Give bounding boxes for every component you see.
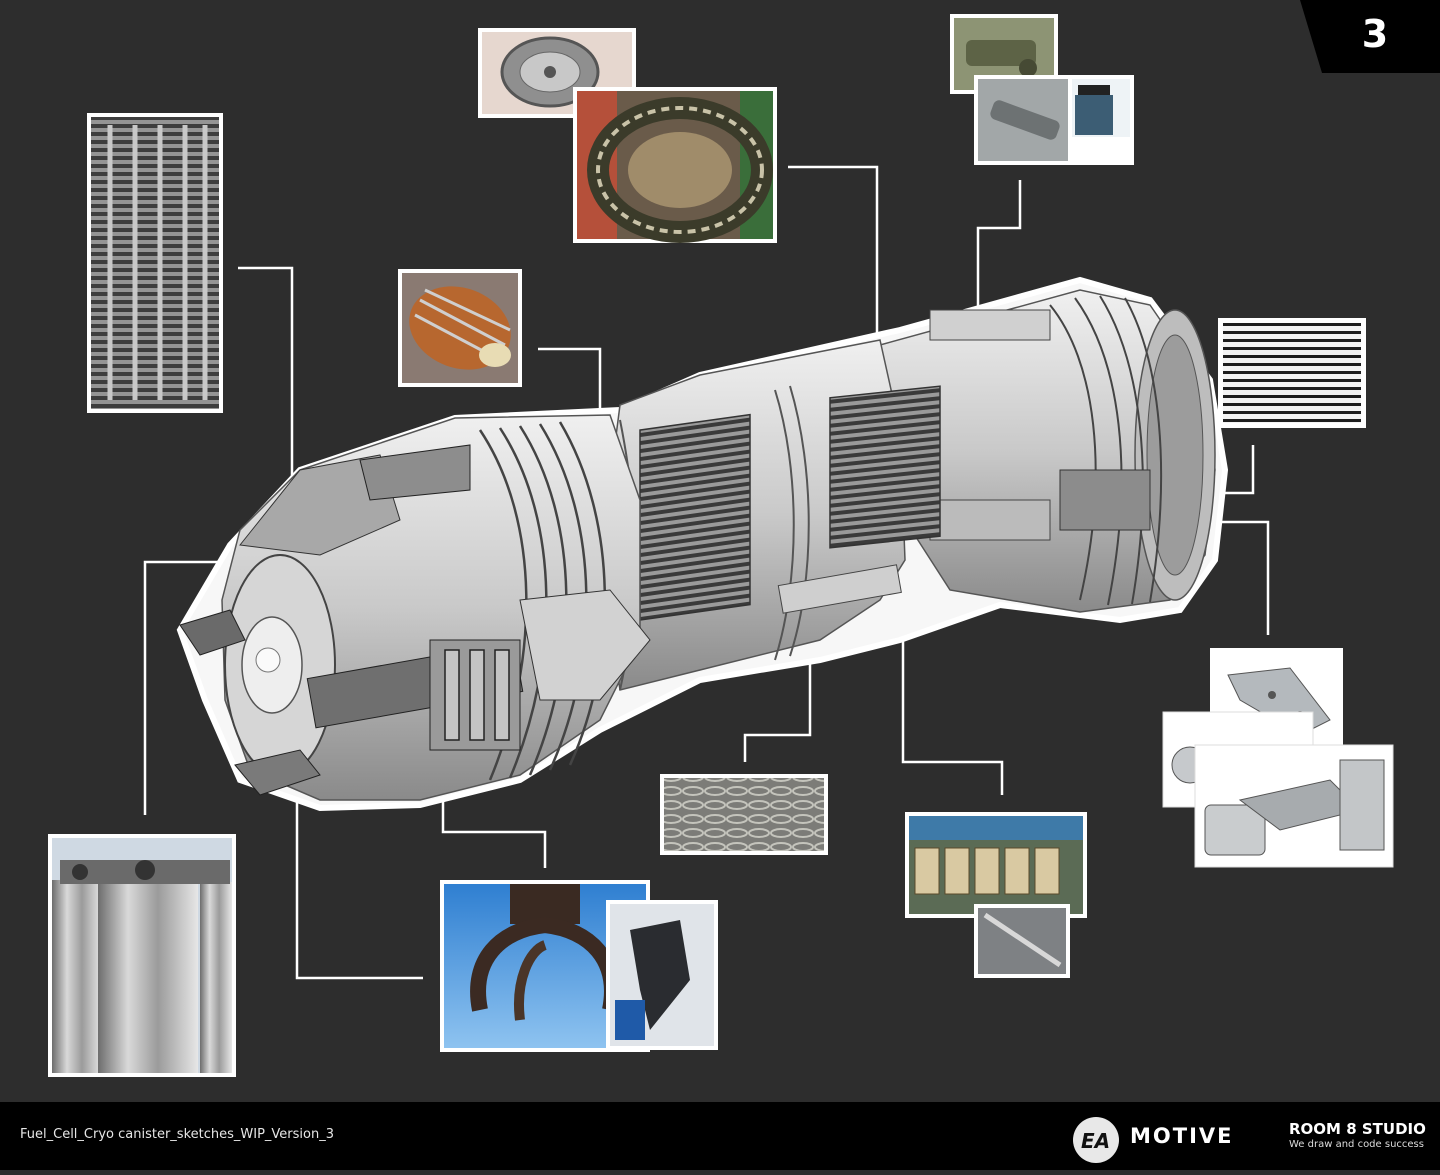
- coil-radiator-photo: [87, 113, 223, 413]
- studio-name: ROOM 8 STUDIO: [1289, 1120, 1426, 1138]
- ring-stator-photo: [573, 87, 777, 243]
- metal-grille-photo: [1218, 318, 1366, 428]
- grapple-claw-photos: [440, 880, 718, 1052]
- cryo-tanks-photo: [48, 834, 236, 1077]
- file-name-label: Fuel_Cell_Cryo canister_sketches_WIP_Ver…: [20, 1127, 334, 1142]
- page-number: 3: [1361, 12, 1389, 56]
- motor-stator-photo: [398, 269, 522, 387]
- industrial-machines-photo: [905, 812, 1087, 978]
- canister-clamp-photo: [974, 75, 1134, 165]
- concept-board: [0, 0, 1440, 1170]
- cryo-canister-render: [176, 276, 1229, 812]
- studio-tagline: We draw and code success: [1289, 1139, 1424, 1150]
- hinge-photos: [1162, 648, 1394, 868]
- ea-logo-text: EA: [1081, 1129, 1111, 1153]
- cables-photo: [660, 774, 828, 855]
- motive-logo: MOTIVE: [1130, 1124, 1234, 1148]
